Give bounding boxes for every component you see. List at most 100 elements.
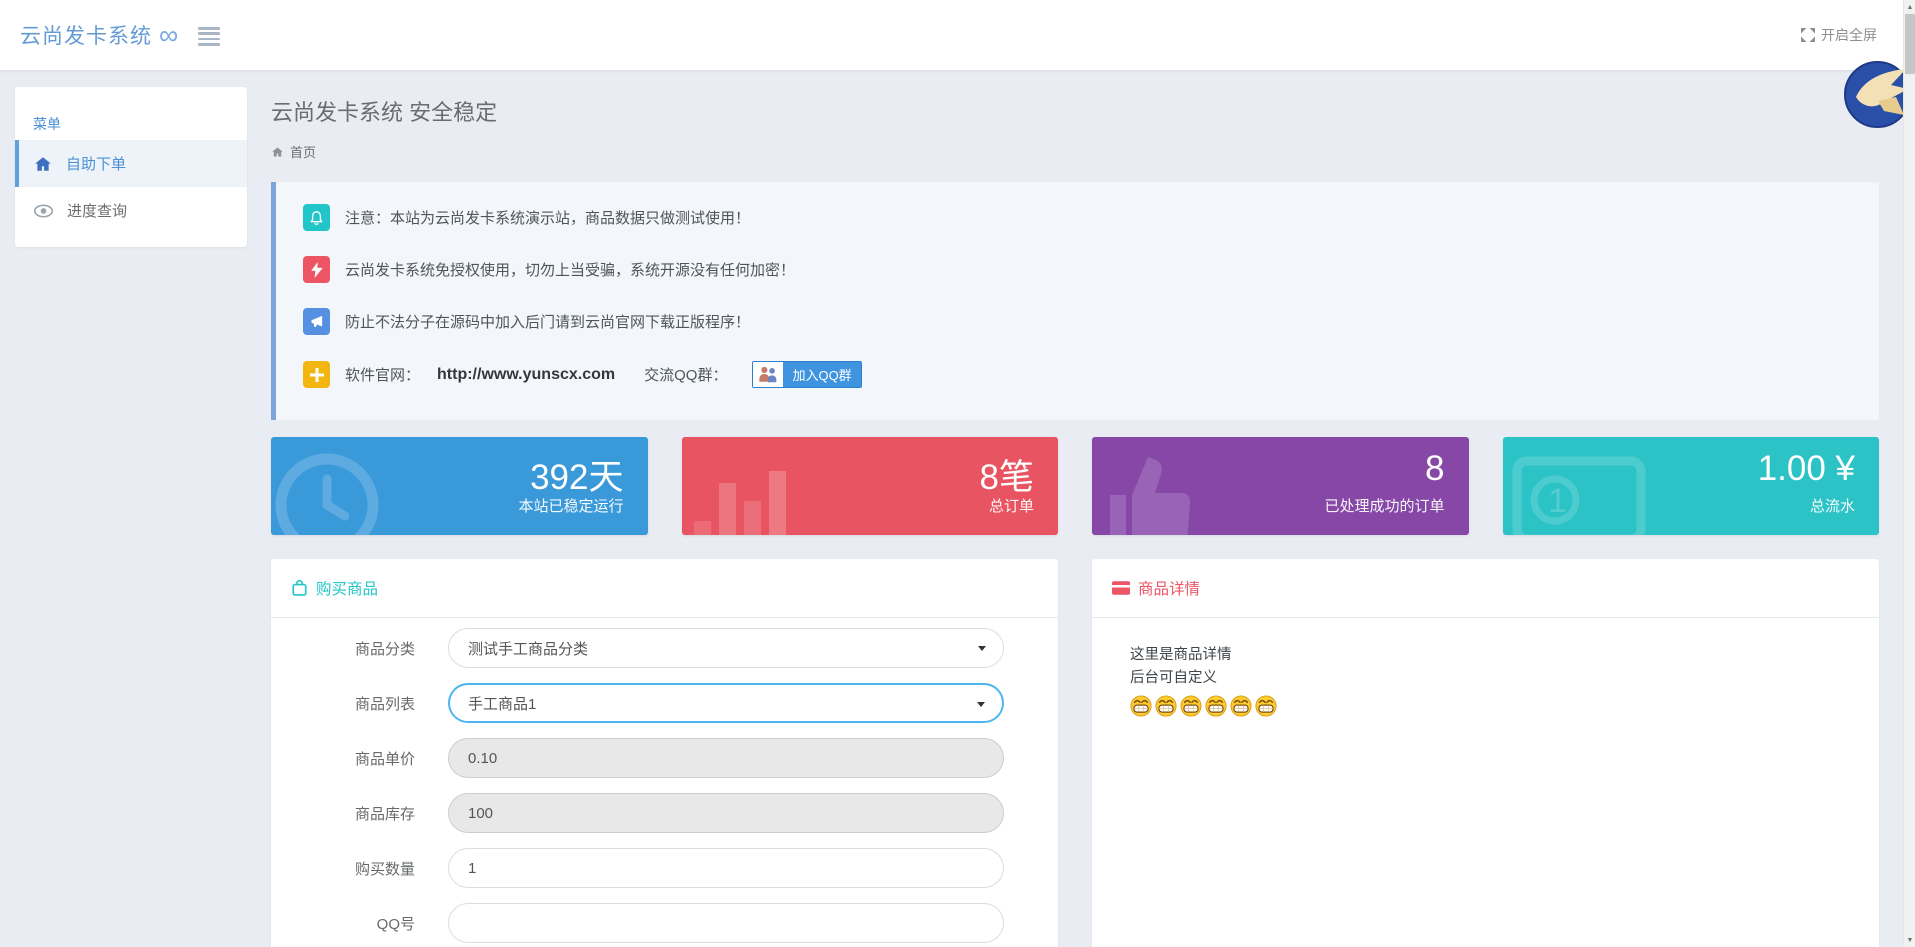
top-header: 云尚发卡系统 ∞ 开启全屏 <box>0 0 1915 70</box>
stat-label: 总流水 <box>1810 495 1855 516</box>
join-qq-group-button[interactable]: 加入QQ群 <box>752 361 861 388</box>
detail-panel-title: 商品详情 <box>1138 577 1200 599</box>
detail-line: 后台可自定义 <box>1130 667 1841 690</box>
category-select-value: 测试手工商品分类 <box>468 638 588 659</box>
menu-toggle-icon[interactable] <box>198 27 220 49</box>
notice-text: 注意：本站为云尚发卡系统演示站，商品数据只做测试使用！ <box>345 207 750 228</box>
stat-card-uptime: 392天 本站已稳定运行 <box>271 437 648 535</box>
category-select[interactable]: 测试手工商品分类 <box>448 628 1004 668</box>
bar-chart-icon <box>686 443 816 535</box>
notice-text-prefix: 软件官网： <box>345 364 420 385</box>
product-select-value: 手工商品1 <box>468 693 536 714</box>
purchase-panel-title: 购买商品 <box>316 577 378 599</box>
notice-text: 云尚发卡系统免授权使用，切勿上当受骗，系统开源没有任何加密！ <box>345 259 795 280</box>
price-input <box>448 738 1004 778</box>
sidebar-title: 菜单 <box>33 114 61 134</box>
banknote-icon: 1 <box>1507 443 1657 535</box>
emoji-row <box>1130 695 1841 717</box>
grin-emoji <box>1180 695 1202 717</box>
stat-label: 本站已稳定运行 <box>518 495 623 516</box>
form-row: 商品单价 <box>271 738 1058 778</box>
grin-emoji <box>1230 695 1252 717</box>
scrollbar-thumb[interactable] <box>1905 14 1915 74</box>
join-qq-group-label: 加入QQ群 <box>783 362 860 387</box>
stat-value: 1.00 ¥ <box>1758 449 1855 489</box>
stat-card-revenue: 1 1.00 ¥ 总流水 <box>1503 437 1880 535</box>
eye-icon <box>34 204 53 218</box>
bolt-icon <box>303 256 330 283</box>
infinity-icon: ∞ <box>159 22 179 49</box>
stat-label: 总订单 <box>989 495 1034 516</box>
chevron-down-icon <box>978 646 986 651</box>
quantity-input[interactable] <box>448 848 1004 888</box>
fullscreen-label: 开启全屏 <box>1821 25 1877 45</box>
notice-item: 注意：本站为云尚发卡系统演示站，商品数据只做测试使用！ <box>303 204 750 231</box>
form-row: 商品分类 测试手工商品分类 <box>271 628 1058 668</box>
form-row: 商品库存 <box>271 793 1058 833</box>
expand-icon <box>1801 28 1815 42</box>
qq-group-icon <box>753 362 783 387</box>
field-label: 商品单价 <box>271 748 415 769</box>
field-label: 商品分类 <box>271 638 415 659</box>
main-content: 云尚发卡系统 安全稳定 首页 注意：本站为云尚发卡系统演示站，商品数据只做测试使… <box>271 70 1879 947</box>
notice-text: 防止不法分子在源码中加入后门请到云尚官网下载正版程序！ <box>345 311 750 332</box>
notice-box: 注意：本站为云尚发卡系统演示站，商品数据只做测试使用！ 云尚发卡系统免授权使用，… <box>271 182 1879 420</box>
thunder-download-float-icon[interactable] <box>1844 61 1911 128</box>
grin-emoji <box>1255 695 1277 717</box>
detail-line: 这里是商品详情 <box>1130 644 1841 667</box>
stat-cards: 392天 本站已稳定运行 8笔 总订单 8 已处理成功的订单 1 <box>271 437 1879 535</box>
breadcrumb-home: 首页 <box>290 142 316 161</box>
credit-card-icon <box>1112 581 1130 595</box>
detail-panel-header: 商品详情 <box>1092 559 1879 618</box>
fullscreen-button[interactable]: 开启全屏 <box>1801 0 1877 70</box>
stat-value: 392天 <box>530 449 623 500</box>
notice-item: 防止不法分子在源码中加入后门请到云尚官网下载正版程序！ <box>303 308 750 335</box>
content-panels: 购买商品 商品分类 测试手工商品分类 商品列表 手工商品1 <box>271 559 1879 947</box>
svg-text:1: 1 <box>1548 482 1567 520</box>
field-label: 商品列表 <box>271 693 415 714</box>
stat-label: 已处理成功的订单 <box>1324 495 1444 516</box>
thumbs-up-icon <box>1096 443 1216 535</box>
sidebar-item-self-order[interactable]: 自助下单 <box>15 140 247 187</box>
bell-icon <box>303 204 330 231</box>
stat-card-total-orders: 8笔 总订单 <box>682 437 1059 535</box>
notice-text-middle: 交流QQ群： <box>644 364 727 385</box>
sidebar: 菜单 自助下单 进度查询 <box>15 87 247 247</box>
shopping-bag-icon <box>291 579 308 597</box>
form-row: 商品列表 手工商品1 <box>271 683 1058 723</box>
qq-number-input[interactable] <box>448 903 1004 943</box>
sidebar-item-progress-query[interactable]: 进度查询 <box>15 187 247 234</box>
breadcrumb[interactable]: 首页 <box>271 142 316 161</box>
field-label: 购买数量 <box>271 858 415 879</box>
home-icon <box>271 146 284 158</box>
notice-item: 云尚发卡系统免授权使用，切勿上当受骗，系统开源没有任何加密！ <box>303 256 795 283</box>
app-logo[interactable]: 云尚发卡系统 ∞ <box>20 0 179 70</box>
chevron-down-icon <box>977 702 985 707</box>
grin-emoji <box>1155 695 1177 717</box>
scroll-up-arrow-icon[interactable]: ▲ <box>1904 0 1915 14</box>
app-logo-text: 云尚发卡系统 <box>20 20 152 50</box>
scroll-down-arrow-icon[interactable]: ▼ <box>1904 933 1915 947</box>
purchase-panel-header: 购买商品 <box>271 559 1058 618</box>
vertical-scrollbar[interactable]: ▲ ▼ <box>1903 0 1915 947</box>
stat-value: 8 <box>1425 449 1444 489</box>
stat-card-processed-orders: 8 已处理成功的订单 <box>1092 437 1469 535</box>
grin-emoji <box>1205 695 1227 717</box>
stat-value: 8笔 <box>980 449 1034 500</box>
field-label: QQ号 <box>271 913 415 934</box>
sidebar-item-label: 进度查询 <box>67 200 127 221</box>
notice-item: 软件官网： http://www.yunscx.com 交流QQ群： 加入QQ群 <box>303 361 862 388</box>
stock-input <box>448 793 1004 833</box>
product-select[interactable]: 手工商品1 <box>448 683 1004 723</box>
purchase-form: 商品分类 测试手工商品分类 商品列表 手工商品1 商品单价 <box>271 618 1058 943</box>
purchase-panel: 购买商品 商品分类 测试手工商品分类 商品列表 手工商品1 <box>271 559 1058 947</box>
official-website-url[interactable]: http://www.yunscx.com <box>437 366 615 384</box>
form-row: QQ号 <box>271 903 1058 943</box>
plus-icon <box>303 361 330 388</box>
megaphone-icon <box>303 308 330 335</box>
clock-icon <box>275 443 395 535</box>
home-icon <box>34 155 52 173</box>
sidebar-item-label: 自助下单 <box>66 153 126 174</box>
product-detail-panel: 商品详情 这里是商品详情 后台可自定义 <box>1092 559 1879 947</box>
grin-emoji <box>1130 695 1152 717</box>
